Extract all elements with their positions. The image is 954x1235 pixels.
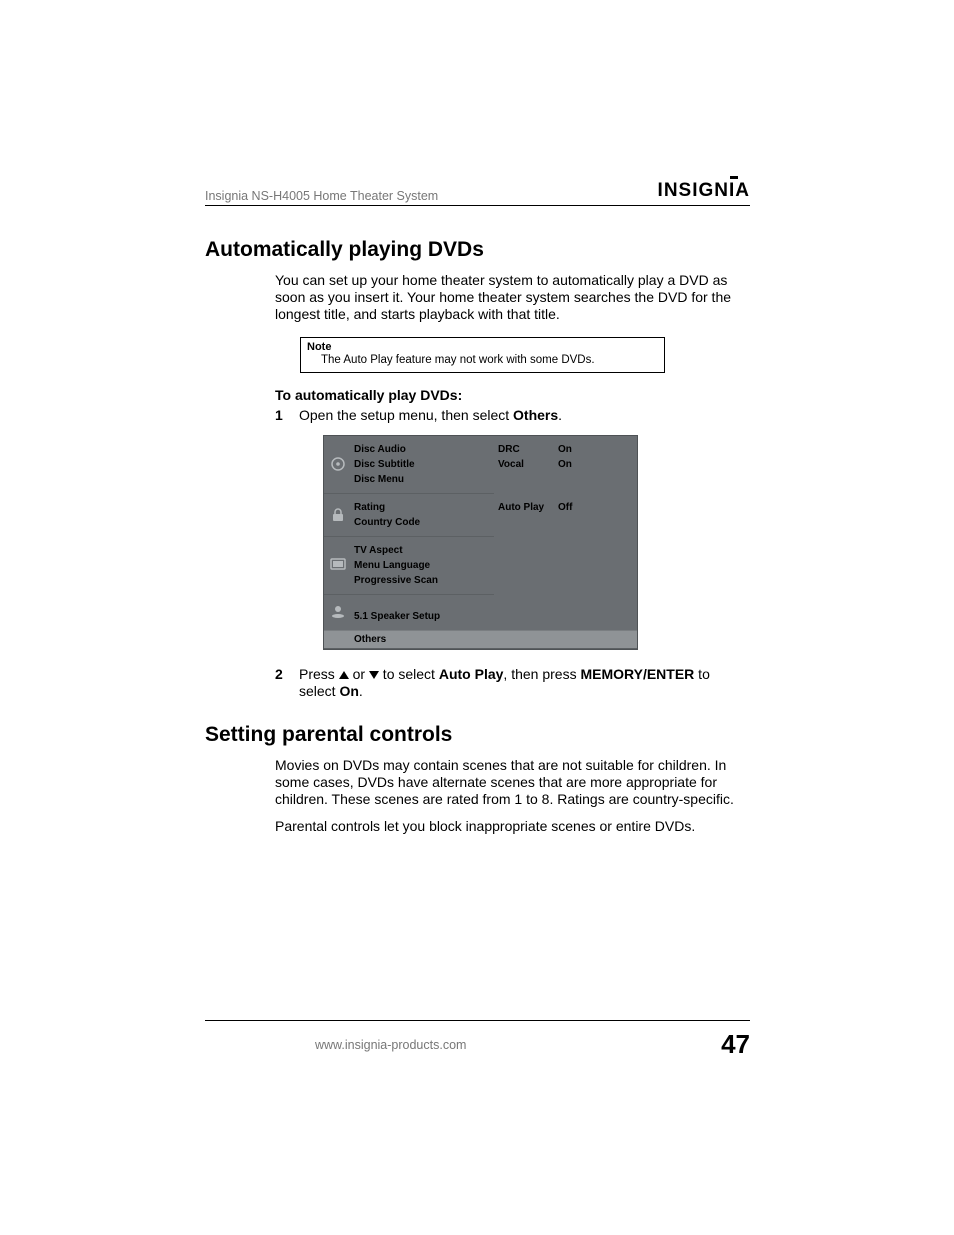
text: Open the setup menu, then select — [299, 407, 513, 423]
text-bold: MEMORY/ENTER — [580, 666, 694, 682]
page-footer: www.insignia-products.com 47 — [205, 1020, 750, 1060]
step-text: Press or to select Auto Play, then press… — [299, 666, 750, 701]
text-bold: Others — [513, 407, 558, 423]
osd-item: Disc Menu — [354, 472, 494, 487]
osd-item: TV Aspect — [354, 543, 494, 558]
header-product: Insignia NS-H4005 Home Theater System — [205, 189, 438, 203]
disc-icon — [324, 436, 352, 493]
footer-url: www.insignia-products.com — [315, 1038, 466, 1052]
osd-key: DRC — [498, 444, 558, 455]
page-number: 47 — [721, 1029, 750, 1060]
osd-key: Vocal — [498, 459, 558, 470]
text: . — [558, 407, 562, 423]
brand-logo: INSIGNIA — [658, 180, 750, 203]
step-text: Open the setup menu, then select Others. — [299, 407, 750, 425]
osd-group-lock: Rating Country Code — [352, 494, 494, 536]
osd-item: 5.1 Speaker Setup — [354, 609, 494, 624]
osd-item: Menu Language — [354, 558, 494, 573]
osd-item: Rating — [354, 500, 494, 515]
speaker-icon — [324, 595, 352, 630]
osd-item: Country Code — [354, 515, 494, 530]
tv-icon — [324, 537, 352, 594]
osd-group-audio: 5.1 Speaker Setup — [352, 595, 494, 630]
running-header: Insignia NS-H4005 Home Theater System IN… — [205, 180, 750, 206]
osd-right-panel: Auto PlayOff — [494, 494, 637, 537]
section-heading-autoplay: Automatically playing DVDs — [205, 238, 750, 262]
step-1: 1 Open the setup menu, then select Other… — [275, 407, 750, 425]
text: or — [349, 666, 369, 682]
note-box: Note The Auto Play feature may not work … — [300, 337, 665, 373]
osd-group-disc: Disc Audio Disc Subtitle Disc Menu — [352, 436, 494, 493]
procedure-subhead: To automatically play DVDs: — [275, 387, 750, 403]
osd-value: On — [558, 444, 572, 455]
text: Press — [299, 666, 339, 682]
step-2: 2 Press or to select Auto Play, then pre… — [275, 666, 750, 701]
text: . — [359, 683, 363, 699]
up-arrow-icon — [339, 671, 349, 679]
paragraph: Movies on DVDs may contain scenes that a… — [275, 757, 750, 808]
osd-group-display: TV Aspect Menu Language Progressive Scan — [352, 537, 494, 594]
text: to select — [379, 666, 439, 682]
osd-right-panel: DRCOn VocalOn — [494, 436, 637, 494]
note-label: Note — [307, 341, 658, 353]
osd-value: On — [558, 459, 572, 470]
brand-text: INSIGNIA — [658, 180, 750, 201]
osd-item: Disc Subtitle — [354, 457, 494, 472]
text: , then press — [503, 666, 580, 682]
osd-menu-screenshot: Disc Audio Disc Subtitle Disc Menu DRCOn… — [323, 435, 638, 650]
intro-paragraph: You can set up your home theater system … — [275, 272, 750, 323]
step-number: 2 — [275, 666, 299, 701]
paragraph: Parental controls let you block inapprop… — [275, 818, 750, 835]
lock-icon — [324, 494, 352, 536]
section-heading-parental: Setting parental controls — [205, 723, 750, 747]
osd-item-selected: Others — [324, 630, 637, 649]
note-text: The Auto Play feature may not work with … — [321, 354, 658, 366]
osd-value: Off — [558, 502, 572, 513]
text-bold: On — [339, 683, 358, 699]
text-bold: Auto Play — [439, 666, 504, 682]
step-number: 1 — [275, 407, 299, 425]
osd-key: Auto Play — [498, 502, 558, 513]
down-arrow-icon — [369, 671, 379, 679]
osd-item: Disc Audio — [354, 442, 494, 457]
osd-item: Progressive Scan — [354, 573, 494, 588]
